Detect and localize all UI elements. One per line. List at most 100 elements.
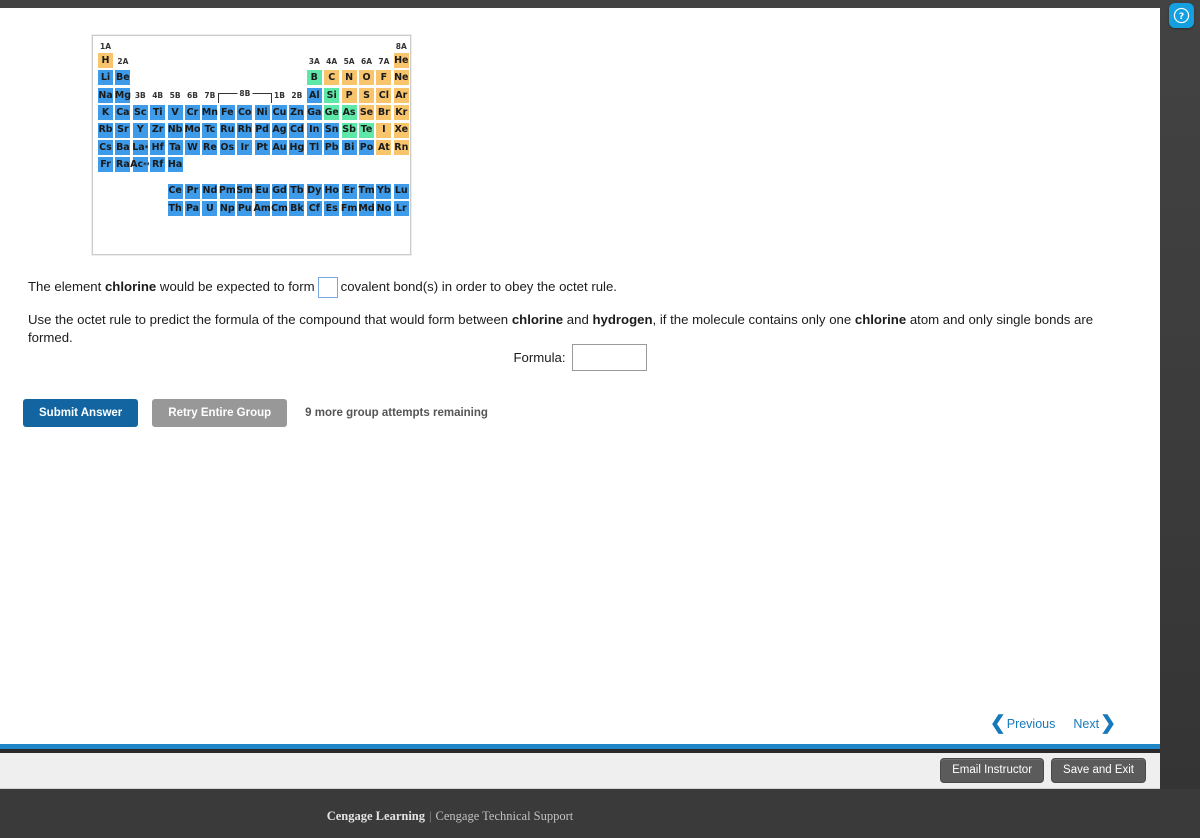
element-cell-be[interactable]: Be [114, 69, 132, 87]
element-cell-zn[interactable]: Zn [288, 104, 306, 122]
element-cell-ir[interactable]: Ir [236, 139, 254, 156]
element-cell-te[interactable]: Te [358, 121, 375, 139]
save-and-exit-button[interactable]: Save and Exit [1051, 758, 1146, 783]
footer-support-link[interactable]: Cengage Technical Support [436, 809, 574, 823]
element-cell-es[interactable]: Es [323, 199, 341, 217]
element-cell-dy[interactable]: Dy [305, 182, 323, 200]
element-cell-sn[interactable]: Sn [323, 121, 341, 139]
element-cell-gd[interactable]: Gd [271, 182, 288, 200]
element-cell-i[interactable]: I [375, 121, 393, 139]
element-cell-fm[interactable]: Fm [340, 199, 358, 217]
element-cell-zr[interactable]: Zr [149, 121, 167, 139]
element-cell-pu[interactable]: Pu [236, 199, 254, 217]
element-cell-pa[interactable]: Pa [184, 199, 201, 217]
element-cell-p[interactable]: P [340, 86, 358, 104]
element-cell-h[interactable]: H [97, 52, 114, 69]
element-cell-fr[interactable]: Fr [97, 156, 114, 174]
element-cell-cu[interactable]: Cu [271, 104, 288, 122]
element-cell-cm[interactable]: Cm [271, 199, 288, 217]
next-button[interactable]: Next ❯ [1073, 714, 1116, 733]
element-cell-b[interactable]: B [305, 69, 323, 87]
element-cell-ca[interactable]: Ca [114, 104, 132, 122]
element-cell-si[interactable]: Si [323, 86, 341, 104]
element-cell-pb[interactable]: Pb [323, 139, 341, 156]
element-cell-ta[interactable]: Ta [166, 139, 184, 156]
element-cell-sr[interactable]: Sr [114, 121, 132, 139]
element-cell-v[interactable]: V [166, 104, 184, 122]
element-cell-bi[interactable]: Bi [340, 139, 358, 156]
element-cell-rf[interactable]: Rf [149, 156, 167, 174]
element-cell-ba[interactable]: Ba [114, 139, 132, 156]
element-cell-al[interactable]: Al [305, 86, 323, 104]
element-cell-lr[interactable]: Lr [392, 199, 410, 217]
element-cell-ge[interactable]: Ge [323, 104, 341, 122]
element-cell-li[interactable]: Li [97, 69, 114, 87]
element-cell-c[interactable]: C [323, 69, 341, 87]
element-cell-sc[interactable]: Sc [131, 104, 149, 122]
previous-button[interactable]: ❮ Previous [990, 714, 1056, 733]
element-cell-mg[interactable]: Mg [114, 86, 132, 104]
formula-input[interactable] [571, 344, 647, 371]
element-cell-ti[interactable]: Ti [149, 104, 167, 122]
element-cell-ho[interactable]: Ho [323, 182, 341, 200]
element-cell-f[interactable]: F [375, 69, 393, 87]
element-cell-o[interactable]: O [358, 69, 375, 87]
element-cell-np[interactable]: Np [218, 199, 236, 217]
bond-count-input[interactable] [317, 277, 338, 298]
element-cell-th[interactable]: Th [166, 199, 184, 217]
element-cell-u[interactable]: U [201, 199, 219, 217]
retry-entire-group-button[interactable]: Retry Entire Group [152, 399, 288, 427]
element-cell-am[interactable]: Am [253, 199, 271, 217]
element-cell-md[interactable]: Md [358, 199, 375, 217]
element-cell-ru[interactable]: Ru [218, 121, 236, 139]
element-cell-sb[interactable]: Sb [340, 121, 358, 139]
element-cell-w[interactable]: W [184, 139, 201, 156]
element-cell-br[interactable]: Br [375, 104, 393, 122]
element-cell-ar[interactable]: Ar [392, 86, 410, 104]
element-cell-os[interactable]: Os [218, 139, 236, 156]
element-cell-kr[interactable]: Kr [392, 104, 410, 122]
element-cell-cl[interactable]: Cl [375, 86, 393, 104]
submit-answer-button[interactable]: Submit Answer [23, 399, 139, 427]
element-cell-ha[interactable]: Ha [166, 156, 184, 174]
element-cell-yb[interactable]: Yb [375, 182, 393, 200]
element-cell-tb[interactable]: Tb [288, 182, 306, 200]
element-cell-ac[interactable]: Ac ** [130, 156, 150, 174]
element-cell-y[interactable]: Y [131, 121, 149, 139]
element-cell-pr[interactable]: Pr [184, 182, 201, 200]
element-cell-la[interactable]: La * [131, 139, 149, 156]
email-instructor-button[interactable]: Email Instructor [940, 758, 1045, 783]
element-cell-nd[interactable]: Nd [201, 182, 219, 200]
element-cell-as[interactable]: As [340, 104, 358, 122]
element-cell-co[interactable]: Co [236, 104, 254, 122]
element-cell-eu[interactable]: Eu [253, 182, 271, 200]
element-cell-rn[interactable]: Rn [392, 139, 410, 156]
element-cell-ga[interactable]: Ga [305, 104, 323, 122]
element-cell-n[interactable]: N [340, 69, 358, 87]
element-cell-s[interactable]: S [358, 86, 375, 104]
element-cell-he[interactable]: He [392, 52, 410, 69]
element-cell-pm[interactable]: Pm [218, 182, 236, 200]
element-cell-no[interactable]: No [375, 199, 393, 217]
element-cell-cs[interactable]: Cs [97, 139, 114, 156]
element-cell-nb[interactable]: Nb [166, 121, 184, 139]
element-cell-re[interactable]: Re [201, 139, 219, 156]
element-cell-tm[interactable]: Tm [358, 182, 375, 200]
element-cell-xe[interactable]: Xe [392, 121, 410, 139]
element-cell-cf[interactable]: Cf [305, 199, 323, 217]
element-cell-at[interactable]: At [375, 139, 393, 156]
element-cell-rh[interactable]: Rh [236, 121, 254, 139]
element-cell-po[interactable]: Po [358, 139, 375, 156]
element-cell-bk[interactable]: Bk [288, 199, 306, 217]
element-cell-pt[interactable]: Pt [253, 139, 271, 156]
element-cell-tl[interactable]: Tl [305, 139, 323, 156]
element-cell-k[interactable]: K [97, 104, 114, 122]
element-cell-ne[interactable]: Ne [392, 69, 410, 87]
element-cell-fe[interactable]: Fe [218, 104, 236, 122]
element-cell-ra[interactable]: Ra [114, 156, 132, 174]
element-cell-mn[interactable]: Mn [201, 104, 219, 122]
element-cell-tc[interactable]: Tc [201, 121, 219, 139]
element-cell-cd[interactable]: Cd [288, 121, 306, 139]
element-cell-pd[interactable]: Pd [253, 121, 271, 139]
element-cell-rb[interactable]: Rb [97, 121, 114, 139]
